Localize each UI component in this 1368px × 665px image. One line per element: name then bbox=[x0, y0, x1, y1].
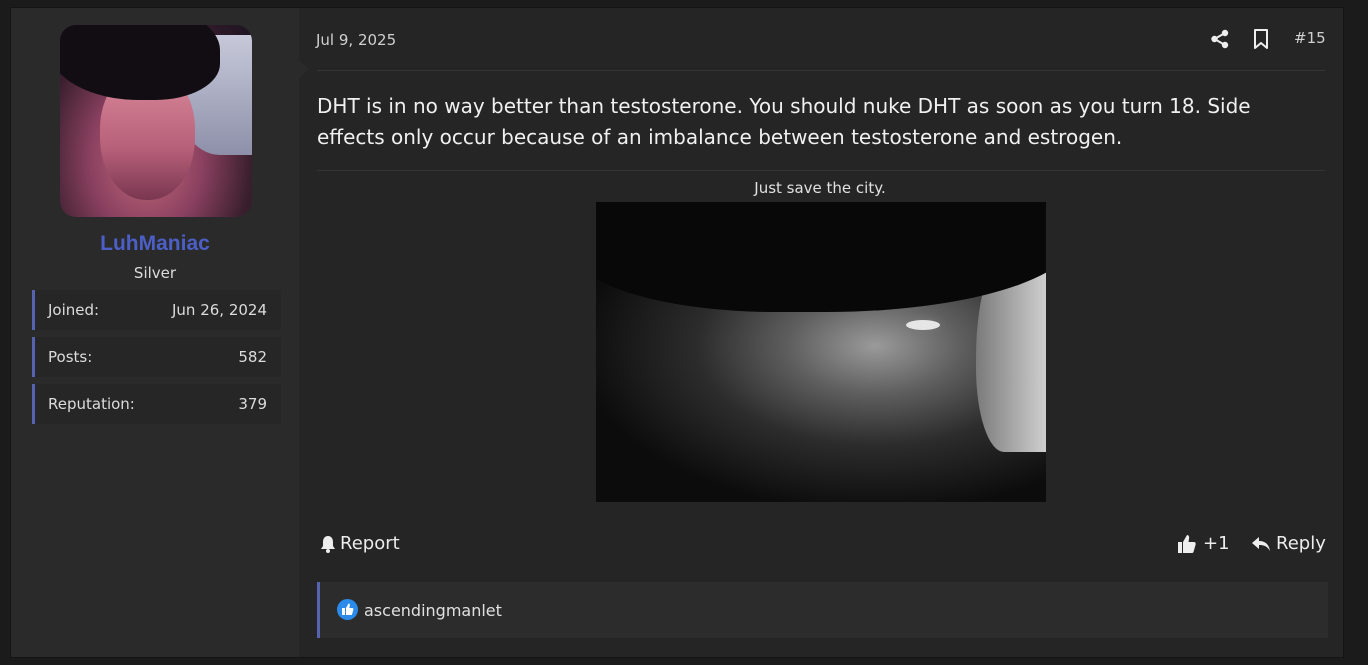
report-label: Report bbox=[340, 533, 400, 554]
user-sidebar: LuhManiac Silver Joined: Jun 26, 2024 Po… bbox=[11, 8, 299, 657]
forum-post: LuhManiac Silver Joined: Jun 26, 2024 Po… bbox=[10, 7, 1344, 658]
stat-joined: Joined: Jun 26, 2024 bbox=[32, 290, 281, 330]
reactor-name[interactable]: ascendingmanlet bbox=[364, 601, 502, 620]
signature-divider bbox=[317, 170, 1325, 171]
report-button[interactable]: Report bbox=[320, 533, 400, 554]
post-number[interactable]: #15 bbox=[1294, 29, 1326, 47]
reactions-bar[interactable]: ascendingmanlet bbox=[317, 582, 1328, 638]
user-rank: Silver bbox=[133, 264, 177, 282]
reply-icon bbox=[1252, 536, 1270, 551]
signature-image bbox=[596, 202, 1046, 502]
reply-label: Reply bbox=[1276, 533, 1326, 554]
header-divider bbox=[317, 70, 1325, 71]
post-body: DHT is in no way better than testosteron… bbox=[317, 94, 1251, 149]
stat-label: Joined: bbox=[48, 301, 100, 319]
stat-posts: Posts: 582 bbox=[32, 337, 281, 377]
signature-caption: Just save the city. bbox=[754, 179, 886, 197]
post-date[interactable]: Jul 9, 2025 bbox=[316, 31, 396, 49]
sidebar-caret bbox=[299, 60, 309, 78]
stat-value: Jun 26, 2024 bbox=[171, 301, 267, 319]
stat-label: Reputation: bbox=[48, 395, 135, 413]
stat-value[interactable]: 582 bbox=[238, 348, 267, 366]
like-button[interactable]: +1 bbox=[1177, 533, 1230, 554]
bookmark-icon[interactable] bbox=[1253, 29, 1269, 49]
thumbs-up-icon bbox=[1178, 534, 1196, 553]
like-count[interactable]: +1 bbox=[1203, 533, 1230, 554]
stat-label: Posts: bbox=[48, 348, 93, 366]
bell-icon bbox=[321, 535, 335, 553]
user-avatar[interactable] bbox=[60, 25, 252, 217]
stat-value: 379 bbox=[238, 395, 267, 413]
like-reaction-icon bbox=[337, 599, 358, 620]
share-icon[interactable] bbox=[1210, 29, 1230, 49]
stat-reputation: Reputation: 379 bbox=[32, 384, 281, 424]
username[interactable]: LuhManiac bbox=[11, 232, 299, 256]
reply-button[interactable]: Reply bbox=[1251, 533, 1326, 554]
